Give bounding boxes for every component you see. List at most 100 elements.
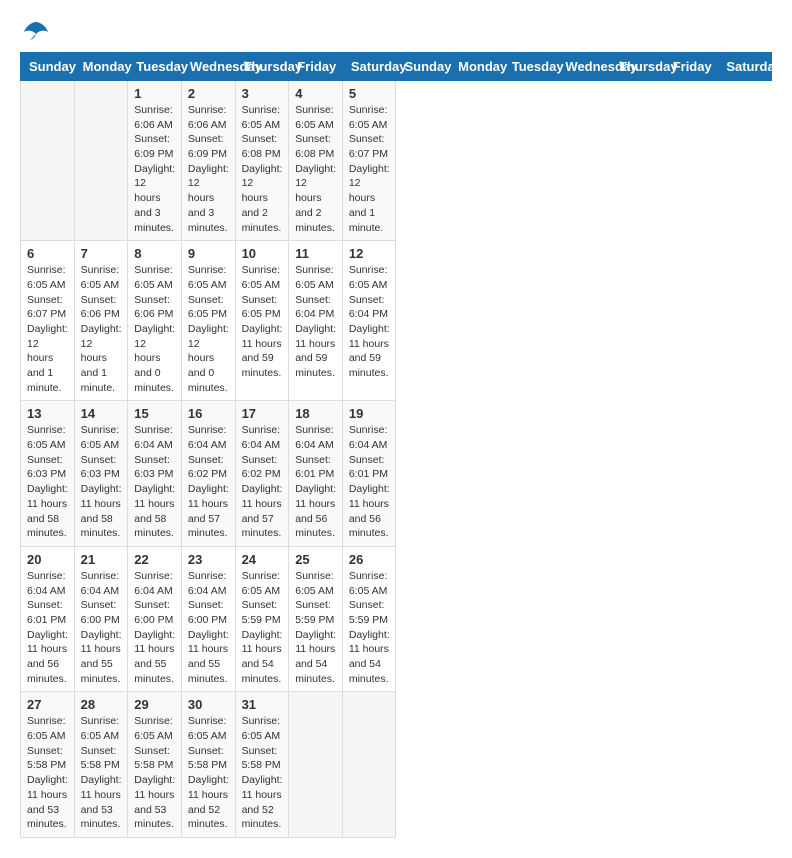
day-info: Sunrise: 6:04 AM Sunset: 6:01 PM Dayligh… — [295, 423, 336, 541]
calendar-cell: 2 Sunrise: 6:06 AM Sunset: 6:09 PM Daylig… — [181, 81, 235, 241]
calendar-cell: 1 Sunrise: 6:06 AM Sunset: 6:09 PM Daylig… — [128, 81, 182, 241]
day-info: Sunrise: 6:06 AM Sunset: 6:09 PM Dayligh… — [188, 103, 229, 235]
day-number: 23 — [188, 552, 229, 567]
day-info: Sunrise: 6:05 AM Sunset: 5:59 PM Dayligh… — [295, 569, 336, 687]
day-info: Sunrise: 6:05 AM Sunset: 5:58 PM Dayligh… — [27, 714, 68, 832]
day-info: Sunrise: 6:05 AM Sunset: 6:05 PM Dayligh… — [242, 263, 283, 381]
calendar-cell: 15 Sunrise: 6:04 AM Sunset: 6:03 PM Dayli… — [128, 401, 182, 547]
day-number: 11 — [295, 246, 336, 261]
day-number: 1 — [134, 86, 175, 101]
day-info: Sunrise: 6:05 AM Sunset: 5:58 PM Dayligh… — [188, 714, 229, 832]
calendar-cell: 31Sunrise: 6:05 AM Sunset: 5:58 PM Dayli… — [235, 692, 289, 838]
day-number: 2 — [188, 86, 229, 101]
day-header-thursday: Thursday — [611, 53, 665, 81]
day-number: 22 — [134, 552, 175, 567]
day-info: Sunrise: 6:04 AM Sunset: 6:01 PM Dayligh… — [27, 569, 68, 687]
calendar-week-4: 20 Sunrise: 6:04 AM Sunset: 6:01 PM Dayli… — [21, 546, 772, 692]
day-info: Sunrise: 6:05 AM Sunset: 5:59 PM Dayligh… — [242, 569, 283, 687]
calendar-cell: 25Sunrise: 6:05 AM Sunset: 5:59 PM Dayli… — [289, 546, 343, 692]
day-number: 12 — [349, 246, 390, 261]
day-number: 20 — [27, 552, 68, 567]
calendar-cell: 13Sunrise: 6:05 AM Sunset: 6:03 PM Dayli… — [21, 401, 75, 547]
calendar-cell: 5 Sunrise: 6:05 AM Sunset: 6:07 PM Daylig… — [342, 81, 396, 241]
calendar-cell: 22 Sunrise: 6:04 AM Sunset: 6:00 PM Dayli… — [128, 546, 182, 692]
calendar-cell — [342, 692, 396, 838]
calendar-cell: 28Sunrise: 6:05 AM Sunset: 5:58 PM Dayli… — [74, 692, 128, 838]
day-number: 13 — [27, 406, 68, 421]
day-info: Sunrise: 6:05 AM Sunset: 6:08 PM Dayligh… — [295, 103, 336, 235]
calendar-cell: 7Sunrise: 6:05 AM Sunset: 6:06 PM Daylig… — [74, 241, 128, 401]
day-header-tuesday: Tuesday — [503, 53, 557, 81]
calendar-week-5: 27 Sunrise: 6:05 AM Sunset: 5:58 PM Dayli… — [21, 692, 772, 838]
calendar-cell — [21, 81, 75, 241]
day-number: 17 — [242, 406, 283, 421]
day-number: 19 — [349, 406, 390, 421]
calendar-cell: 11 Sunrise: 6:05 AM Sunset: 6:04 PM Dayli… — [289, 241, 343, 401]
calendar-cell: 20 Sunrise: 6:04 AM Sunset: 6:01 PM Dayli… — [21, 546, 75, 692]
day-header-monday: Monday — [450, 53, 504, 81]
day-info: Sunrise: 6:05 AM Sunset: 6:07 PM Dayligh… — [349, 103, 390, 235]
calendar-cell: 12Sunrise: 6:05 AM Sunset: 6:04 PM Dayli… — [342, 241, 396, 401]
day-number: 26 — [349, 552, 390, 567]
day-info: Sunrise: 6:04 AM Sunset: 6:00 PM Dayligh… — [134, 569, 175, 687]
calendar-cell: 6Sunrise: 6:05 AM Sunset: 6:07 PM Daylig… — [21, 241, 75, 401]
calendar-cell: 16 Sunrise: 6:04 AM Sunset: 6:02 PM Dayli… — [181, 401, 235, 547]
calendar-cell: 30 Sunrise: 6:05 AM Sunset: 5:58 PM Dayli… — [181, 692, 235, 838]
calendar-cell: 9 Sunrise: 6:05 AM Sunset: 6:05 PM Daylig… — [181, 241, 235, 401]
day-info: Sunrise: 6:05 AM Sunset: 6:04 PM Dayligh… — [295, 263, 336, 381]
calendar-cell: 3 Sunrise: 6:05 AM Sunset: 6:08 PM Daylig… — [235, 81, 289, 241]
calendar-cell: 8Sunrise: 6:05 AM Sunset: 6:06 PM Daylig… — [128, 241, 182, 401]
calendar-cell — [74, 81, 128, 241]
day-info: Sunrise: 6:04 AM Sunset: 6:02 PM Dayligh… — [188, 423, 229, 541]
calendar-cell: 18 Sunrise: 6:04 AM Sunset: 6:01 PM Dayli… — [289, 401, 343, 547]
calendar-cell: 29Sunrise: 6:05 AM Sunset: 5:58 PM Dayli… — [128, 692, 182, 838]
day-info: Sunrise: 6:05 AM Sunset: 6:07 PM Dayligh… — [27, 263, 68, 395]
day-number: 15 — [134, 406, 175, 421]
logo — [20, 20, 50, 42]
day-header-sunday: Sunday — [21, 53, 75, 81]
day-info: Sunrise: 6:06 AM Sunset: 6:09 PM Dayligh… — [134, 103, 175, 235]
day-info: Sunrise: 6:05 AM Sunset: 5:59 PM Dayligh… — [349, 569, 390, 687]
day-header-thursday: Thursday — [235, 53, 289, 81]
day-header-wednesday: Wednesday — [181, 53, 235, 81]
logo-bird-icon — [22, 20, 50, 42]
calendar-cell — [289, 692, 343, 838]
day-header-saturday: Saturday — [342, 53, 396, 81]
day-info: Sunrise: 6:05 AM Sunset: 6:08 PM Dayligh… — [242, 103, 283, 235]
day-number: 24 — [242, 552, 283, 567]
day-info: Sunrise: 6:05 AM Sunset: 5:58 PM Dayligh… — [242, 714, 283, 832]
day-header-monday: Monday — [74, 53, 128, 81]
day-info: Sunrise: 6:05 AM Sunset: 5:58 PM Dayligh… — [134, 714, 175, 832]
day-info: Sunrise: 6:05 AM Sunset: 6:06 PM Dayligh… — [134, 263, 175, 395]
day-number: 28 — [81, 697, 122, 712]
day-header-saturday: Saturday — [718, 53, 772, 81]
calendar-week-3: 13Sunrise: 6:05 AM Sunset: 6:03 PM Dayli… — [21, 401, 772, 547]
calendar-header-row: SundayMondayTuesdayWednesdayThursdayFrid… — [21, 53, 772, 81]
day-number: 9 — [188, 246, 229, 261]
day-info: Sunrise: 6:04 AM Sunset: 6:02 PM Dayligh… — [242, 423, 283, 541]
calendar-cell: 14Sunrise: 6:05 AM Sunset: 6:03 PM Dayli… — [74, 401, 128, 547]
day-number: 30 — [188, 697, 229, 712]
day-info: Sunrise: 6:04 AM Sunset: 6:00 PM Dayligh… — [81, 569, 122, 687]
day-header-friday: Friday — [289, 53, 343, 81]
day-number: 27 — [27, 697, 68, 712]
calendar-cell: 4 Sunrise: 6:05 AM Sunset: 6:08 PM Daylig… — [289, 81, 343, 241]
day-header-friday: Friday — [664, 53, 718, 81]
day-header-tuesday: Tuesday — [128, 53, 182, 81]
day-number: 3 — [242, 86, 283, 101]
day-number: 14 — [81, 406, 122, 421]
day-number: 10 — [242, 246, 283, 261]
day-number: 5 — [349, 86, 390, 101]
calendar-cell: 26 Sunrise: 6:05 AM Sunset: 5:59 PM Dayli… — [342, 546, 396, 692]
page-header — [20, 20, 772, 42]
calendar-week-1: 1 Sunrise: 6:06 AM Sunset: 6:09 PM Daylig… — [21, 81, 772, 241]
day-number: 7 — [81, 246, 122, 261]
day-number: 4 — [295, 86, 336, 101]
day-info: Sunrise: 6:04 AM Sunset: 6:01 PM Dayligh… — [349, 423, 390, 541]
day-number: 16 — [188, 406, 229, 421]
day-info: Sunrise: 6:04 AM Sunset: 6:03 PM Dayligh… — [134, 423, 175, 541]
day-info: Sunrise: 6:04 AM Sunset: 6:00 PM Dayligh… — [188, 569, 229, 687]
day-number: 18 — [295, 406, 336, 421]
day-info: Sunrise: 6:05 AM Sunset: 6:05 PM Dayligh… — [188, 263, 229, 395]
calendar-cell: 23 Sunrise: 6:04 AM Sunset: 6:00 PM Dayli… — [181, 546, 235, 692]
